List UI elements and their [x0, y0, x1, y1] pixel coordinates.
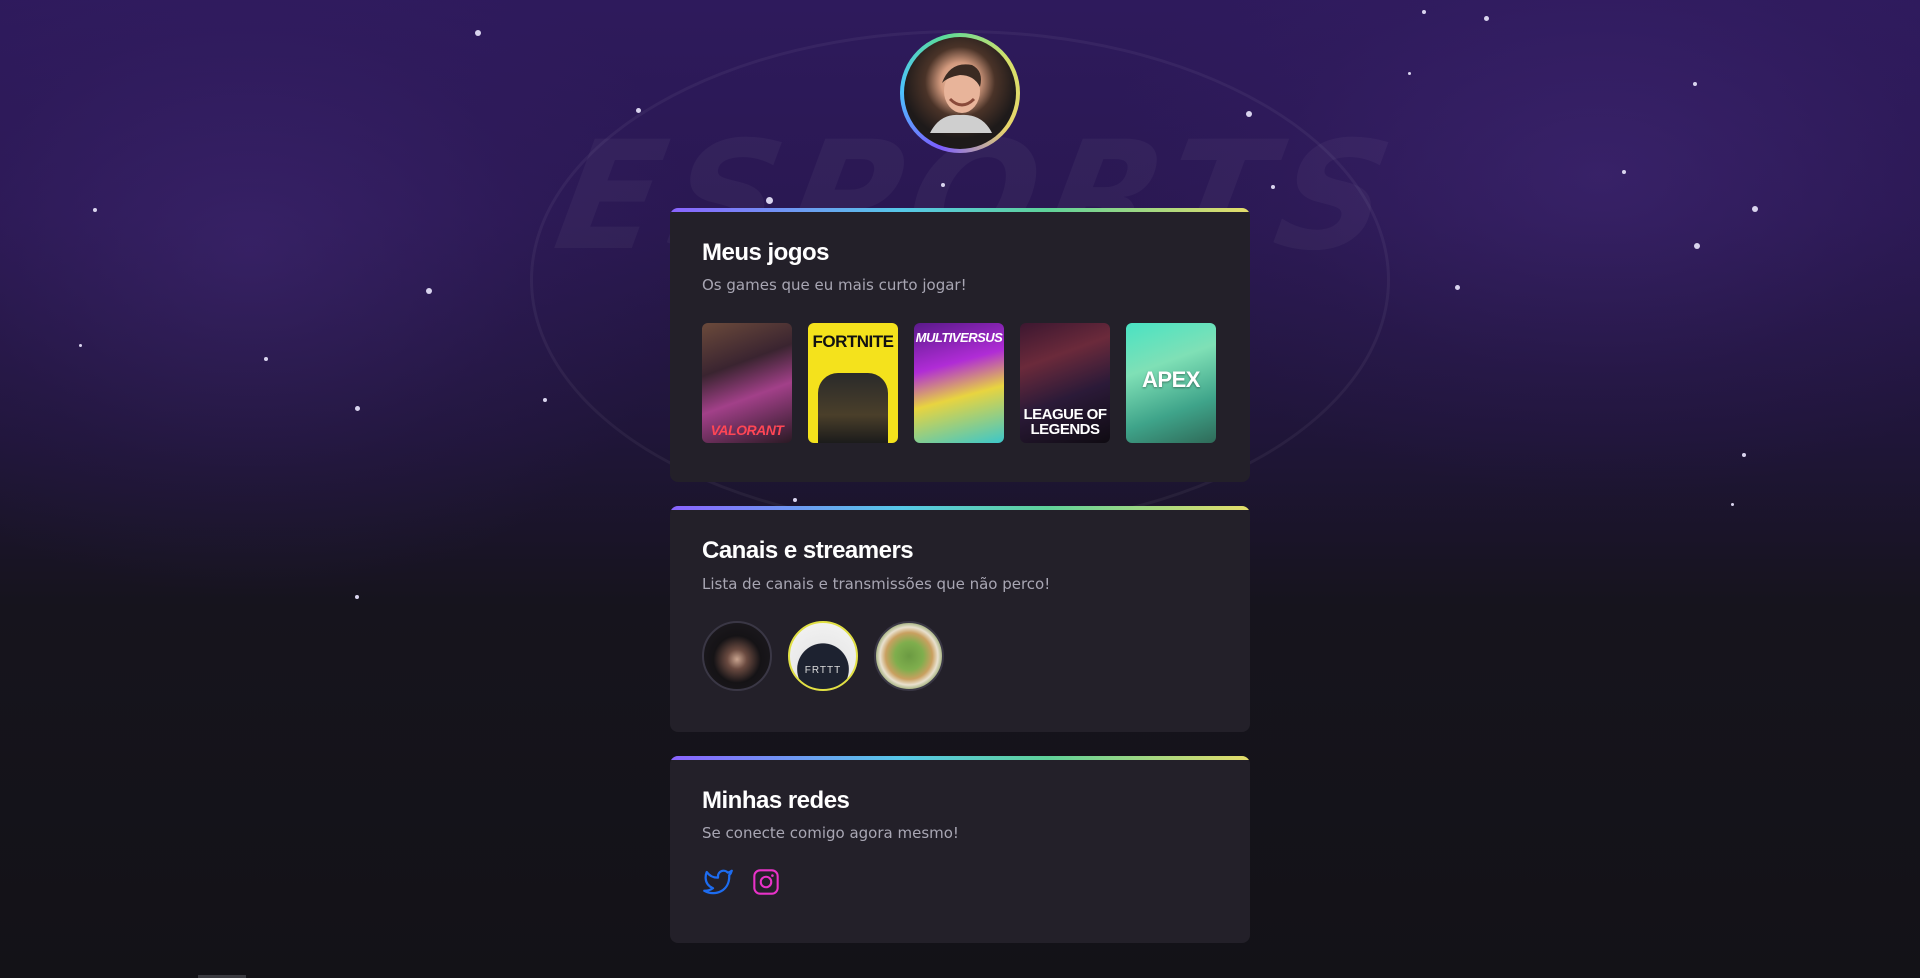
social-subtitle: Se conecte comigo agora mesmo! — [702, 824, 959, 842]
streamer-label: FRTTT — [804, 664, 842, 676]
twitter-link[interactable] — [702, 866, 734, 898]
streamer-avatar[interactable] — [874, 621, 944, 691]
game-multiversus[interactable]: MULTIVERSUS — [914, 323, 1004, 443]
game-art — [818, 373, 888, 443]
channels-title: Canais e streamers — [702, 537, 914, 564]
channels-subtitle: Lista de canais e transmissões que não p… — [702, 575, 1051, 593]
twitter-icon — [703, 869, 733, 895]
games-title: Meus jogos — [702, 239, 830, 266]
game-label: LEAGUE OF LEGENDS — [1023, 406, 1107, 438]
social-card: Minhas redes Se conecte comigo agora mes… — [670, 756, 1250, 943]
profile-avatar[interactable] — [904, 37, 1016, 149]
profile-avatar-ring — [900, 33, 1020, 153]
games-list: VALORANT FORTNITE MULTIVERSUS LEAGUE OF … — [702, 323, 1216, 443]
channels-card: Canais e streamers Lista de canais e tra… — [670, 506, 1250, 732]
instagram-link[interactable] — [750, 866, 782, 898]
game-apex[interactable]: APEX — [1126, 323, 1216, 443]
games-subtitle: Os games que eu mais curto jogar! — [702, 276, 967, 294]
streamers-list: FRTTT — [702, 621, 944, 691]
social-title: Minhas redes — [702, 787, 850, 814]
instagram-icon — [753, 869, 779, 895]
game-label: VALORANT — [710, 422, 784, 438]
game-fortnite[interactable]: FORTNITE — [808, 323, 898, 443]
game-label: FORTNITE — [812, 332, 895, 351]
game-label: APEX — [1142, 367, 1200, 392]
games-card: Meus jogos Os games que eu mais curto jo… — [670, 208, 1250, 482]
person-avatar-icon — [930, 64, 992, 133]
game-label: MULTIVERSUS — [915, 330, 1003, 345]
social-links — [702, 866, 782, 898]
game-league-of-legends[interactable]: LEAGUE OF LEGENDS — [1020, 323, 1110, 443]
streamer-avatar[interactable] — [702, 621, 772, 691]
streamer-avatar[interactable]: FRTTT — [788, 621, 858, 691]
game-valorant[interactable]: VALORANT — [702, 323, 792, 443]
